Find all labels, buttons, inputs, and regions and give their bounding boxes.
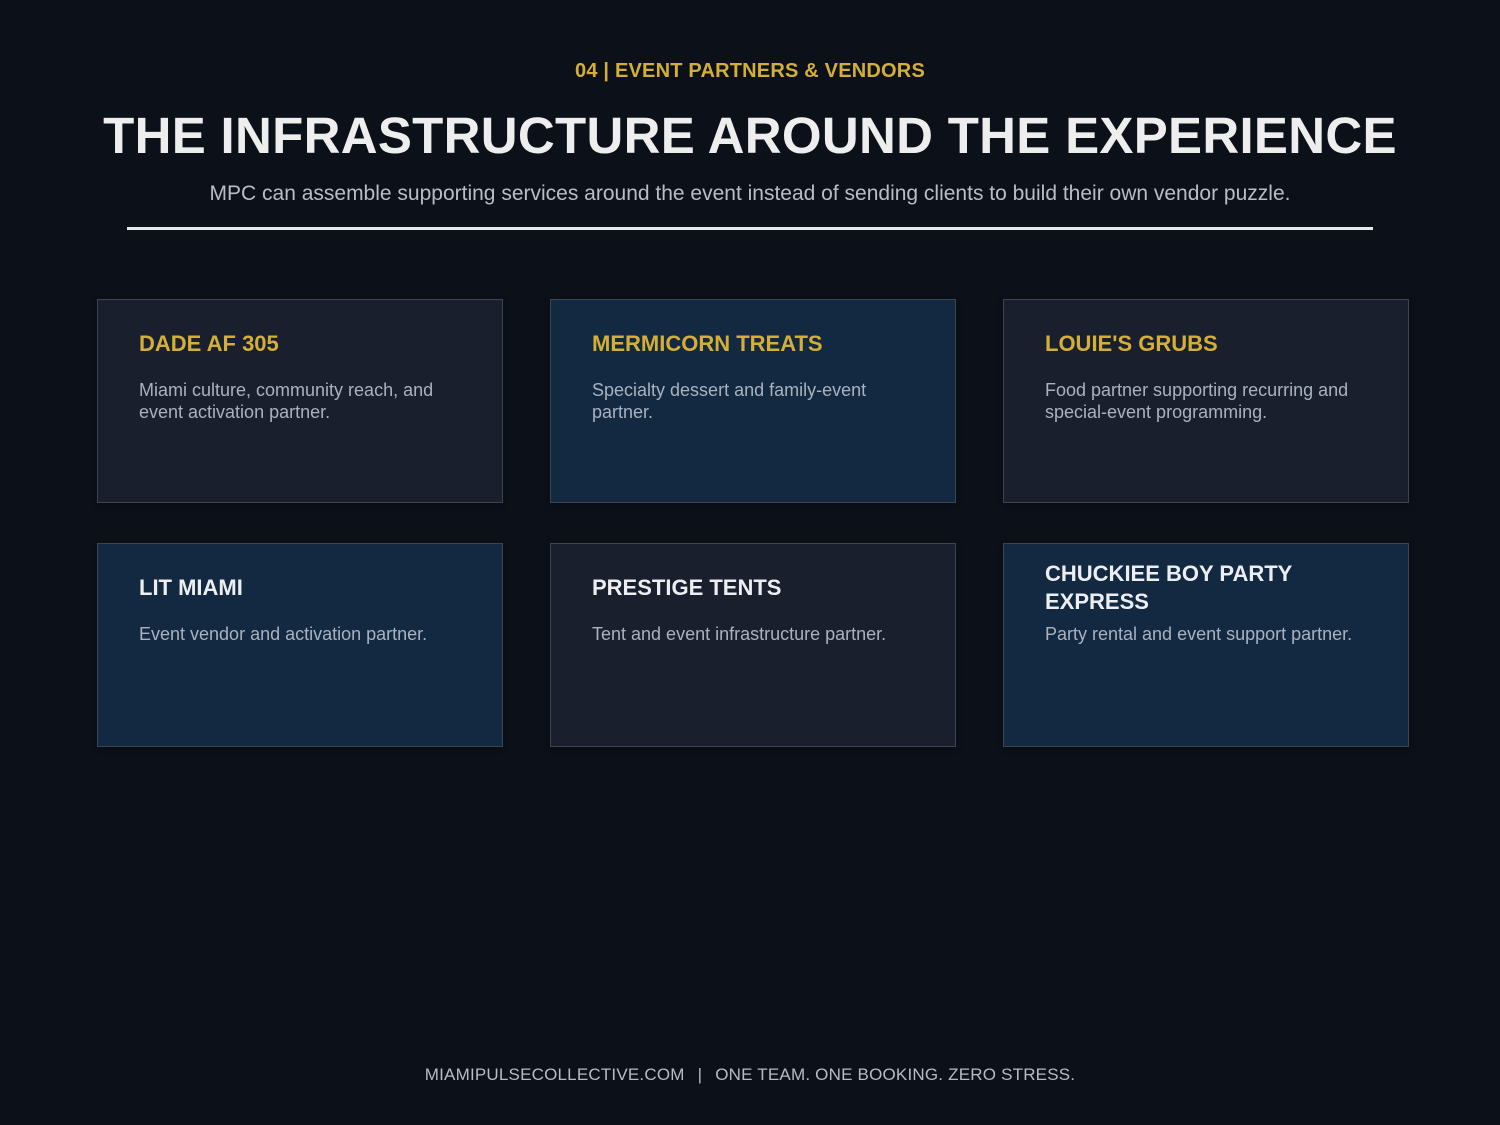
footer-tagline: ONE TEAM. ONE BOOKING. ZERO STRESS. <box>715 1065 1076 1084</box>
partner-card-lit-miami: LIT MIAMI Event vendor and activation pa… <box>97 543 503 747</box>
page-subtitle: MPC can assemble supporting services aro… <box>209 182 1291 205</box>
page-title: THE INFRASTRUCTURE AROUND THE EXPERIENCE <box>103 107 1397 164</box>
partner-card-prestige-tents: PRESTIGE TENTS Tent and event infrastruc… <box>550 543 956 747</box>
footer: MIAMIPULSECOLLECTIVE.COM | ONE TEAM. ONE B… <box>0 1065 1500 1085</box>
partner-card-dade-af-305: DADE AF 305 Miami culture, community rea… <box>97 299 503 503</box>
partner-card-louies-grubs: LOUIE'S GRUBS Food partner supporting re… <box>1003 299 1409 503</box>
partner-card-chuckiee-boy-party-express: CHUCKIEE BOY PARTY EXPRESS Party rental … <box>1003 543 1409 747</box>
section-eyebrow: 04 | EVENT PARTNERS & VENDORS <box>575 60 925 82</box>
partner-description: Party rental and event support partner. <box>1045 624 1353 644</box>
partner-card-mermicorn-treats: MERMICORN TREATS Specialty dessert and f… <box>550 299 956 503</box>
partner-grid: DADE AF 305 Miami culture, community rea… <box>97 299 1409 747</box>
partner-name: CHUCKIEE BOY PARTY EXPRESS <box>1045 561 1292 614</box>
partner-description: Specialty dessert and family-event partn… <box>592 380 867 422</box>
partner-description: Event vendor and activation partner. <box>139 624 428 644</box>
partner-name: MERMICORN TREATS <box>592 331 823 356</box>
partner-description: Tent and event infrastructure partner. <box>592 624 887 644</box>
footer-website-link[interactable]: MIAMIPULSECOLLECTIVE.COM <box>425 1065 685 1084</box>
partner-description: Miami culture, community reach, and even… <box>139 380 434 422</box>
partner-name: LOUIE'S GRUBS <box>1045 331 1218 356</box>
header-divider <box>127 227 1373 230</box>
footer-separator: | <box>697 1065 703 1084</box>
partner-name: PRESTIGE TENTS <box>592 575 782 600</box>
partner-name: DADE AF 305 <box>139 331 279 356</box>
partner-name: LIT MIAMI <box>139 575 243 600</box>
partner-description: Food partner supporting recurring and sp… <box>1045 380 1349 422</box>
